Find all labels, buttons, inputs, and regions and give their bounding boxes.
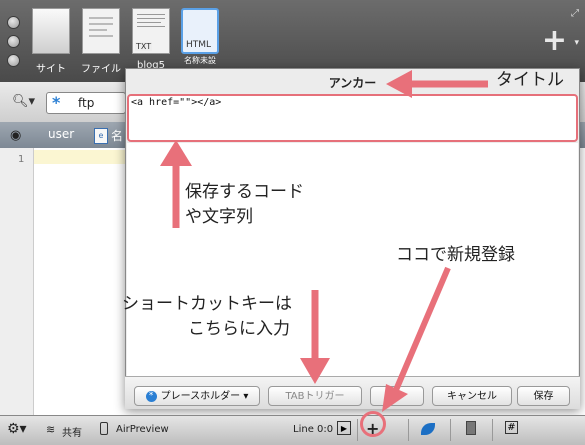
arrow-to-tab-trigger [300,290,330,384]
annotation-register: ココで新規登録 [396,245,515,265]
annotation-code-line2: や文字列 [185,207,253,227]
annotation-shortcut-line2: こちらに入力 [188,319,290,339]
annotation-shortcut-line1: ショートカットキーは [122,294,292,314]
arrow-to-add-button [382,266,451,412]
arrow-to-title [386,70,488,98]
annotation-title: タイトル [496,70,564,90]
annotation-code-line1: 保存するコード [185,182,304,202]
highlight-circle [360,411,386,437]
annotation-arrows [160,70,488,412]
